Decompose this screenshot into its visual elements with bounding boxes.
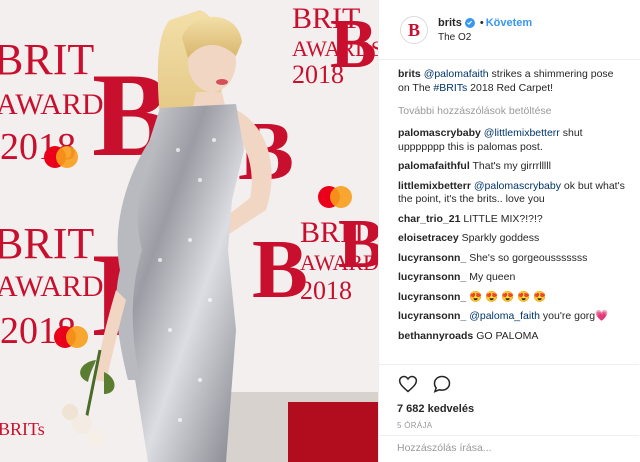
- list-item: palomascrybaby @littlemixbetterr shut up…: [398, 127, 625, 154]
- list-item: lucyransonn_ @paloma_faith you're gorg💗: [398, 310, 625, 324]
- list-item: palomafaithful That's my girrrlllll: [398, 160, 625, 174]
- load-more-comments[interactable]: További hozzászólások betöltése: [398, 105, 625, 117]
- username-link[interactable]: brits: [438, 17, 462, 29]
- comment-username[interactable]: littlemixbetterr: [398, 180, 471, 192]
- comment-mention[interactable]: @palomascrybaby: [474, 180, 561, 192]
- list-item: lucyransonn_ 😍 😍 😍 😍 😍: [398, 291, 625, 305]
- comment-username[interactable]: palomafaithful: [398, 160, 470, 172]
- person-figure: [62, 10, 272, 462]
- header-text: brits • Követem The O2: [438, 17, 532, 43]
- brits-logo: B: [407, 19, 420, 40]
- comment-mention[interactable]: @paloma_faith: [469, 310, 540, 322]
- comment-text: That's my girrrlllll: [472, 160, 551, 172]
- post-header: B brits • Követem The O2: [379, 0, 640, 60]
- comment-icon[interactable]: [431, 373, 453, 395]
- post-actions: 7 682 kedvelés 5 ÓRÁJA: [379, 364, 639, 430]
- list-item: lucyransonn_ She's so gorgeousssssss: [398, 252, 625, 266]
- caption-username[interactable]: brits: [398, 68, 421, 80]
- location-link[interactable]: The O2: [438, 32, 532, 43]
- add-comment-bar: [379, 435, 639, 462]
- comment-username[interactable]: bethannyroads: [398, 330, 473, 342]
- comment-username[interactable]: lucyransonn_: [398, 310, 466, 322]
- list-item: bethannyroads GO PALOMA: [398, 330, 625, 344]
- list-item: char_trio_21 LITTLE MIX?!?!?: [398, 213, 625, 227]
- caption-hashtag[interactable]: #BRITs: [433, 82, 467, 94]
- comment-text: She's so gorgeousssssss: [469, 251, 588, 264]
- side-panel: B brits • Követem The O2 brits @palomafa…: [378, 0, 640, 462]
- comment-text: you're gorg💗: [540, 310, 609, 322]
- comment-text: Sparkly goddess: [461, 232, 540, 244]
- caption-mention[interactable]: @palomafaith: [424, 68, 489, 80]
- comment-mention[interactable]: @littlemixbetterr: [484, 127, 560, 139]
- post-timestamp[interactable]: 5 ÓRÁJA: [397, 421, 621, 430]
- caption: brits @palomafaith strikes a shimmering …: [398, 68, 625, 95]
- comment-text: LITTLE MIX?!?!?: [463, 212, 543, 225]
- caption-text: 2018 Red Carpet!: [467, 81, 554, 94]
- heart-icon[interactable]: [397, 373, 419, 395]
- comment-text: My queen: [469, 271, 516, 283]
- comment-input[interactable]: [397, 442, 621, 454]
- separator-dot: •: [479, 16, 484, 29]
- list-item: lucyransonn_ My queen: [398, 271, 625, 285]
- instagram-post: BRIT AWARDS 2018 B BRIT AWARDS 2018 B BR…: [0, 0, 640, 462]
- like-count[interactable]: 7 682 kedvelés: [397, 403, 621, 415]
- comment-username[interactable]: palomascrybaby: [398, 127, 481, 139]
- post-photo[interactable]: BRIT AWARDS 2018 B BRIT AWARDS 2018 B BR…: [0, 0, 378, 462]
- list-item: eloisetracey Sparkly goddess: [398, 232, 625, 246]
- comment-text: 😍 😍 😍 😍 😍: [469, 290, 547, 303]
- comment-username[interactable]: char_trio_21: [398, 213, 460, 225]
- comment-username[interactable]: lucyransonn_: [398, 291, 466, 303]
- comment-username[interactable]: eloisetracey: [398, 232, 459, 244]
- action-icons: [397, 371, 621, 397]
- list-item: littlemixbetterr @palomascrybaby ok but …: [398, 180, 625, 207]
- comment-text: GO PALOMA: [476, 329, 539, 342]
- comment-username[interactable]: lucyransonn_: [398, 271, 466, 283]
- avatar[interactable]: B: [400, 15, 428, 44]
- comment-username[interactable]: lucyransonn_: [398, 252, 466, 264]
- verified-badge-icon: [464, 17, 475, 28]
- follow-button[interactable]: Követem: [486, 17, 532, 29]
- comment-list[interactable]: brits @palomafaith strikes a shimmering …: [379, 64, 639, 364]
- header-row: brits • Követem: [438, 17, 532, 29]
